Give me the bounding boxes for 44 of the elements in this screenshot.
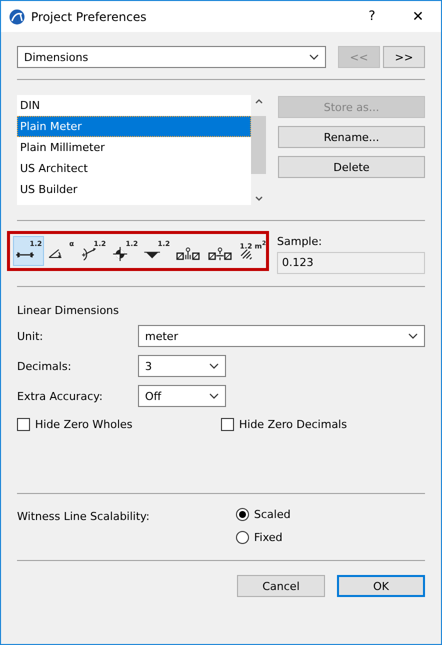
list-item[interactable]: US Builder [17, 179, 251, 200]
dropdown[interactable]: 3 [138, 355, 226, 377]
scroll-up-icon[interactable] [254, 99, 262, 104]
radio-label: Scaled [254, 508, 291, 521]
close-button[interactable]: ✕ [395, 8, 441, 24]
list-item[interactable]: Plain Millimeter [17, 137, 251, 158]
sample-field: 0.123 [277, 252, 425, 274]
chevron-down-icon [209, 393, 219, 399]
chevron-down-icon [209, 363, 219, 369]
dropdown[interactable]: Dimensions [17, 46, 326, 68]
checkbox[interactable] [17, 418, 30, 431]
cancel-button[interactable]: Cancel [237, 575, 325, 597]
field-label: Unit: [17, 330, 44, 342]
window-dimension-icon [208, 247, 232, 261]
checkbox[interactable] [221, 418, 234, 431]
next-button[interactable]: >> [383, 46, 425, 68]
help-button[interactable]: ? [349, 9, 395, 24]
radio-button[interactable] [236, 531, 249, 544]
checkbox-label: Hide Zero Wholes [35, 418, 133, 431]
list-item[interactable]: DIN [17, 95, 251, 116]
scrollbar-thumb[interactable] [251, 116, 266, 174]
ok-button[interactable]: OK [337, 575, 425, 597]
delete-button[interactable]: Delete [278, 156, 425, 178]
field-label: Extra Accuracy: [17, 390, 104, 402]
level-dimension-icon [112, 247, 130, 261]
list-item[interactable]: Plain Meter [17, 116, 251, 137]
dropdown[interactable]: Off [138, 385, 226, 407]
chevron-down-icon [408, 333, 418, 339]
radio-button[interactable] [236, 508, 249, 521]
door-dimension-icon [176, 247, 200, 261]
dropdown[interactable]: meter [138, 325, 425, 347]
section-title: Linear Dimensions [17, 304, 120, 317]
field-label: Decimals: [17, 360, 72, 372]
checkbox-label: Hide Zero Decimals [239, 418, 347, 431]
rename-button[interactable]: Rename... [278, 126, 425, 148]
app-logo-icon [9, 8, 25, 24]
scroll-down-icon[interactable] [254, 196, 262, 201]
chevron-down-icon [309, 54, 319, 60]
radio-label: Fixed [254, 531, 283, 544]
field-label: Witness Line Scalability: [17, 509, 151, 525]
window-title: Project Preferences [31, 10, 148, 24]
sample-label: Sample: [277, 235, 323, 248]
list-item[interactable]: US Architect [17, 158, 251, 179]
radial-dimension-icon [80, 247, 98, 261]
